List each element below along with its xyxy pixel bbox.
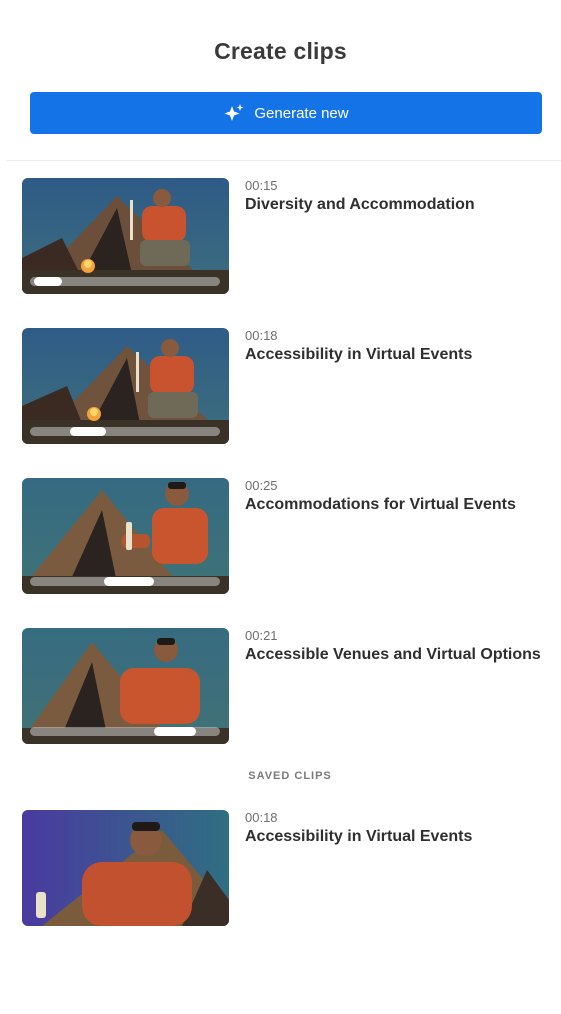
scrubber-track[interactable] <box>30 727 220 736</box>
clip-thumbnail[interactable] <box>22 328 229 444</box>
clip-thumbnail[interactable] <box>22 178 229 294</box>
scrubber-handle[interactable] <box>70 427 106 436</box>
create-clips-panel: Create clips Generate new 00:15 Diversit… <box>0 0 561 1014</box>
clip-thumbnail[interactable] <box>22 478 229 594</box>
clip-duration: 00:25 <box>245 478 278 493</box>
scrubber-handle[interactable] <box>154 727 196 736</box>
clip-duration: 00:15 <box>245 178 278 193</box>
clip-meta: 00:21 Accessible Venues and Virtual Opti… <box>245 628 541 665</box>
sparkle-icon <box>224 104 244 121</box>
video-frame <box>22 810 229 926</box>
scrubber-track[interactable] <box>30 577 220 586</box>
clip-title[interactable]: Diversity and Accommodation <box>245 194 475 215</box>
saved-clip-item[interactable]: 00:18 Accessibility in Virtual Events <box>22 810 542 926</box>
clip-item[interactable]: 00:15 Diversity and Accommodation <box>22 178 542 294</box>
clip-duration: 00:18 <box>245 328 278 343</box>
clip-title[interactable]: Accessible Venues and Virtual Options <box>245 644 541 665</box>
clip-title[interactable]: Accessibility in Virtual Events <box>245 826 472 847</box>
clip-title[interactable]: Accommodations for Virtual Events <box>245 494 516 515</box>
clip-thumbnail[interactable] <box>22 810 229 926</box>
scrubber-handle[interactable] <box>104 577 154 586</box>
clip-item[interactable]: 00:25 Accommodations for Virtual Events <box>22 478 542 594</box>
saved-clips-heading: SAVED CLIPS <box>248 770 332 782</box>
clip-meta: 00:15 Diversity and Accommodation <box>245 178 475 215</box>
clip-meta: 00:18 Accessibility in Virtual Events <box>245 328 472 365</box>
scrubber-track[interactable] <box>30 427 220 436</box>
clip-item[interactable]: 00:18 Accessibility in Virtual Events <box>22 328 542 444</box>
clip-meta: 00:25 Accommodations for Virtual Events <box>245 478 516 515</box>
clip-meta: 00:18 Accessibility in Virtual Events <box>245 810 472 847</box>
scrubber-handle[interactable] <box>34 277 62 286</box>
page-title: Create clips <box>214 38 347 64</box>
clip-title[interactable]: Accessibility in Virtual Events <box>245 344 472 365</box>
clip-duration: 00:21 <box>245 628 278 643</box>
header-divider <box>6 160 561 161</box>
generate-new-label: Generate new <box>254 104 349 122</box>
clip-item[interactable]: 00:21 Accessible Venues and Virtual Opti… <box>22 628 542 744</box>
clip-thumbnail[interactable] <box>22 628 229 744</box>
scrubber-track[interactable] <box>30 277 220 286</box>
clip-duration: 00:18 <box>245 810 278 825</box>
generate-new-button[interactable]: Generate new <box>30 92 542 134</box>
